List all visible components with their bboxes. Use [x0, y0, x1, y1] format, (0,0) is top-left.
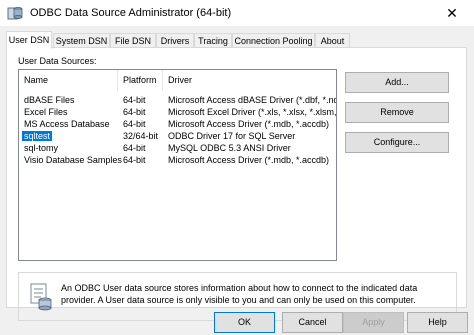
cancel-button[interactable]: Cancel — [282, 312, 343, 333]
list-item[interactable]: MS Access Database 64-bit Microsoft Acce… — [19, 119, 336, 130]
odbc-admin-window: ODBC Data Source Administrator (64-bit) … — [0, 0, 474, 335]
column-header-platform[interactable]: Platform — [118, 70, 163, 91]
window-title: ODBC Data Source Administrator (64-bit) — [30, 7, 232, 19]
dsn-platform: 64-bit — [123, 119, 146, 129]
data-source-list[interactable]: Name Platform Driver dBASE Files 64-bit … — [18, 69, 337, 261]
dsn-platform: 64-bit — [123, 143, 146, 153]
user-data-sources-label: User Data Sources: — [18, 56, 97, 66]
odbc-app-icon — [7, 5, 23, 21]
add-button[interactable]: Add... — [345, 72, 449, 93]
dsn-driver: MySQL ODBC 5.3 ANSI Driver — [168, 143, 291, 153]
list-item[interactable]: Excel Files 64-bit Microsoft Excel Drive… — [19, 107, 336, 118]
tab-tracing[interactable]: Tracing — [194, 33, 232, 47]
tab-about[interactable]: About — [315, 33, 350, 47]
list-item[interactable]: Visio Database Samples 64-bit Microsoft … — [19, 155, 336, 166]
dsn-name: dBASE Files — [24, 95, 75, 105]
data-source-info-icon — [28, 283, 53, 311]
list-item[interactable]: sql-tomy 64-bit MySQL ODBC 5.3 ANSI Driv… — [19, 143, 336, 154]
dsn-driver: Microsoft Excel Driver (*.xls, *.xlsx, *… — [168, 107, 337, 117]
column-header-driver[interactable]: Driver — [163, 70, 336, 91]
dsn-platform: 64-bit — [123, 95, 146, 105]
dsn-driver: Microsoft Access Driver (*.mdb, *.accdb) — [168, 155, 330, 165]
title-bar[interactable]: ODBC Data Source Administrator (64-bit) … — [0, 0, 474, 26]
dsn-platform: 64-bit — [123, 155, 146, 165]
remove-button[interactable]: Remove — [345, 102, 449, 123]
help-button[interactable]: Help — [407, 312, 468, 333]
list-item-selected[interactable]: sqltest 32/64-bit ODBC Driver 17 for SQL… — [19, 131, 336, 142]
dsn-driver: Microsoft Access Driver (*.mdb, *.accdb) — [168, 119, 330, 129]
close-icon: ✕ — [446, 4, 458, 21]
dsn-driver: Microsoft Access dBASE Driver (*.dbf, *.… — [168, 95, 337, 105]
tab-user-dsn[interactable]: User DSN — [6, 31, 52, 49]
ok-button[interactable]: OK — [214, 312, 275, 333]
info-description: An ODBC User data source stores informat… — [61, 283, 418, 305]
configure-button[interactable]: Configure... — [345, 132, 449, 153]
tab-file-dsn[interactable]: File DSN — [110, 33, 156, 47]
dsn-name: sql-tomy — [24, 143, 59, 153]
dsn-name: sqltest — [22, 131, 53, 141]
user-dsn-panel: User Data Sources: Name Platform Driver … — [6, 47, 467, 321]
dsn-platform: 32/64-bit — [123, 131, 159, 141]
tab-drivers[interactable]: Drivers — [156, 33, 194, 47]
list-item[interactable]: dBASE Files 64-bit Microsoft Access dBAS… — [19, 95, 336, 106]
tab-connection-pooling[interactable]: Connection Pooling — [232, 33, 315, 47]
column-header-name[interactable]: Name — [19, 70, 118, 91]
close-button[interactable]: ✕ — [430, 0, 474, 26]
dsn-name: Excel Files — [24, 107, 68, 117]
dsn-name: Visio Database Samples — [24, 155, 122, 165]
dsn-platform: 64-bit — [123, 107, 146, 117]
apply-button[interactable]: Apply — [343, 312, 404, 333]
tab-system-dsn[interactable]: System DSN — [53, 33, 110, 47]
dsn-name: MS Access Database — [24, 119, 110, 129]
dsn-driver: ODBC Driver 17 for SQL Server — [168, 131, 296, 141]
